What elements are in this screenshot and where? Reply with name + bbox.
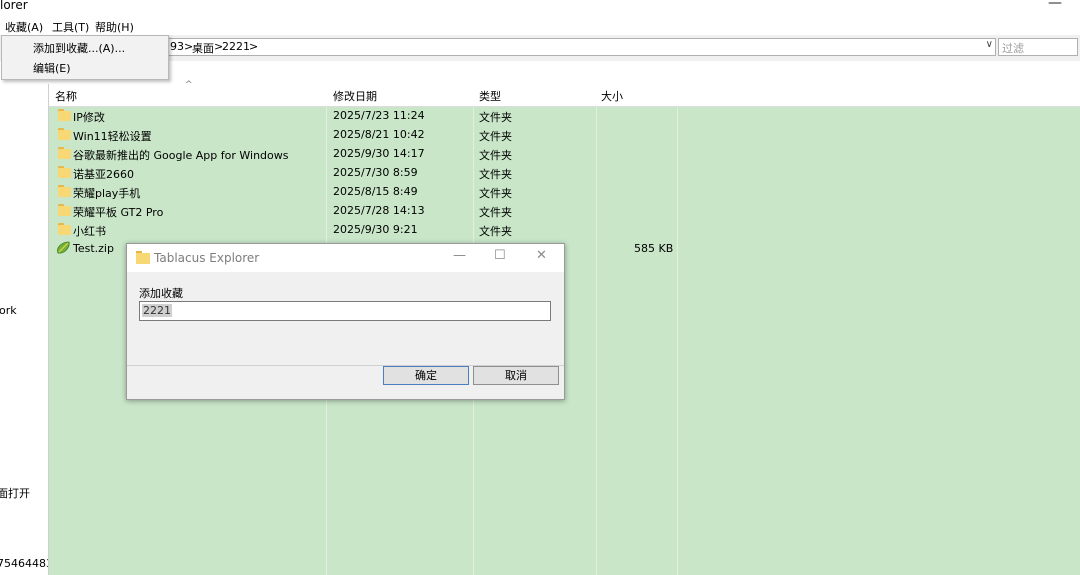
zip-archive-icon xyxy=(57,241,70,254)
folder-icon xyxy=(58,128,71,140)
item-type: 文件夹 xyxy=(479,130,512,143)
dialog-maximize-button[interactable]: ☐ xyxy=(494,248,506,263)
item-name: IP修改 xyxy=(73,111,105,124)
favorites-dropdown-menu: 添加到收藏...(A)... 编辑(E) xyxy=(1,35,169,80)
item-type: 文件夹 xyxy=(479,111,512,124)
minimize-button[interactable]: — xyxy=(1048,0,1062,11)
navigation-pane: ork 面打开 75464483 xyxy=(0,84,49,575)
item-date: 2025/8/15 8:49 xyxy=(333,185,418,198)
column-header-type[interactable]: 类型 xyxy=(479,88,501,104)
dialog-title: Tablacus Explorer xyxy=(154,251,260,265)
item-type: 文件夹 xyxy=(479,225,512,238)
nav-item[interactable]: 面打开 xyxy=(0,485,30,501)
item-name: 小红书 xyxy=(73,225,106,238)
folder-icon xyxy=(58,223,71,235)
folder-icon xyxy=(58,147,71,159)
list-item[interactable]: 荣耀play手机 2025/8/15 8:49 文件夹 xyxy=(49,182,1080,201)
breadcrumb-separator[interactable]: > xyxy=(249,40,258,53)
favorite-name-value: 2221 xyxy=(142,304,172,317)
item-type: 文件夹 xyxy=(479,187,512,200)
sort-indicator-icon: ^ xyxy=(185,80,193,90)
folder-icon xyxy=(58,204,71,216)
cancel-button[interactable]: 取消 xyxy=(473,366,559,385)
folder-icon xyxy=(58,166,71,178)
item-type: 文件夹 xyxy=(479,206,512,219)
folder-icon xyxy=(136,251,150,264)
item-date: 2025/9/30 9:21 xyxy=(333,223,418,236)
item-date: 2025/7/30 8:59 xyxy=(333,166,418,179)
column-header-size[interactable]: 大小 xyxy=(601,88,623,104)
folder-icon xyxy=(58,109,71,121)
item-date: 2025/9/30 14:17 xyxy=(333,147,425,160)
column-header-date[interactable]: 修改日期 xyxy=(333,88,377,104)
breadcrumb-item[interactable]: 桌面 xyxy=(192,40,214,56)
window-title: lorer xyxy=(0,0,28,12)
ok-button[interactable]: 确定 xyxy=(383,366,469,385)
favorite-name-input[interactable]: 2221 xyxy=(139,301,551,321)
filter-input[interactable]: 过滤 xyxy=(998,38,1078,56)
menu-favorites[interactable]: 收藏(A) xyxy=(3,19,45,35)
item-name: 谷歌最新推出的 Google App for Windows xyxy=(73,149,289,162)
list-item[interactable]: Win11轻松设置 2025/8/21 10:42 文件夹 xyxy=(49,125,1080,144)
menu-tools[interactable]: 工具(T) xyxy=(50,19,91,35)
item-date: 2025/7/23 11:24 xyxy=(333,109,425,122)
menu-help[interactable]: 帮助(H) xyxy=(93,19,136,35)
list-item[interactable]: 小红书 2025/9/30 9:21 文件夹 xyxy=(49,220,1080,239)
address-bar[interactable]: 93 > 桌面 > 2221 > ∨ xyxy=(168,38,996,56)
item-name: 荣耀play手机 xyxy=(73,187,141,200)
nav-item[interactable]: ork xyxy=(0,304,17,317)
dialog-field-label: 添加收藏 xyxy=(139,287,183,300)
item-date: 2025/8/21 10:42 xyxy=(333,128,425,141)
dialog-close-button[interactable]: ✕ xyxy=(536,248,547,263)
breadcrumb-item[interactable]: 93 xyxy=(170,40,184,53)
breadcrumb-item[interactable]: 2221 xyxy=(222,40,250,53)
chevron-down-icon[interactable]: ∨ xyxy=(986,39,993,50)
nav-item[interactable]: 75464483 xyxy=(0,557,48,570)
item-name: Win11轻松设置 xyxy=(73,130,152,143)
menu-bar: 收藏(A) 工具(T) 帮助(H) xyxy=(0,17,1080,35)
menu-item-add-to-favorites[interactable]: 添加到收藏...(A)... xyxy=(33,40,125,56)
dialog-minimize-button[interactable]: — xyxy=(453,248,466,263)
list-item[interactable]: 谷歌最新推出的 Google App for Windows 2025/9/30… xyxy=(49,144,1080,163)
menu-item-edit[interactable]: 编辑(E) xyxy=(33,60,71,76)
item-name: 荣耀平板 GT2 Pro xyxy=(73,206,164,219)
item-type: 文件夹 xyxy=(479,168,512,181)
column-header-name[interactable]: 名称 xyxy=(55,88,77,104)
column-header-row: ^ 名称 修改日期 类型 大小 xyxy=(49,80,1080,107)
folder-icon xyxy=(58,185,71,197)
list-item[interactable]: IP修改 2025/7/23 11:24 文件夹 xyxy=(49,106,1080,125)
add-favorite-dialog: Tablacus Explorer — ☐ ✕ 添加收藏 2221 确定 取消 xyxy=(126,243,565,400)
window-titlebar: lorer — xyxy=(0,0,1080,17)
list-item[interactable]: 荣耀平板 GT2 Pro 2025/7/28 14:13 文件夹 xyxy=(49,201,1080,220)
list-item[interactable]: 诺基亚2660 2025/7/30 8:59 文件夹 xyxy=(49,163,1080,182)
dialog-titlebar[interactable]: Tablacus Explorer — ☐ ✕ xyxy=(127,244,564,272)
item-date: 2025/7/28 14:13 xyxy=(333,204,425,217)
item-type: 文件夹 xyxy=(479,149,512,162)
item-name: Test.zip xyxy=(73,242,114,255)
item-name: 诺基亚2660 xyxy=(73,168,134,181)
item-size: 585 KB xyxy=(634,242,674,255)
